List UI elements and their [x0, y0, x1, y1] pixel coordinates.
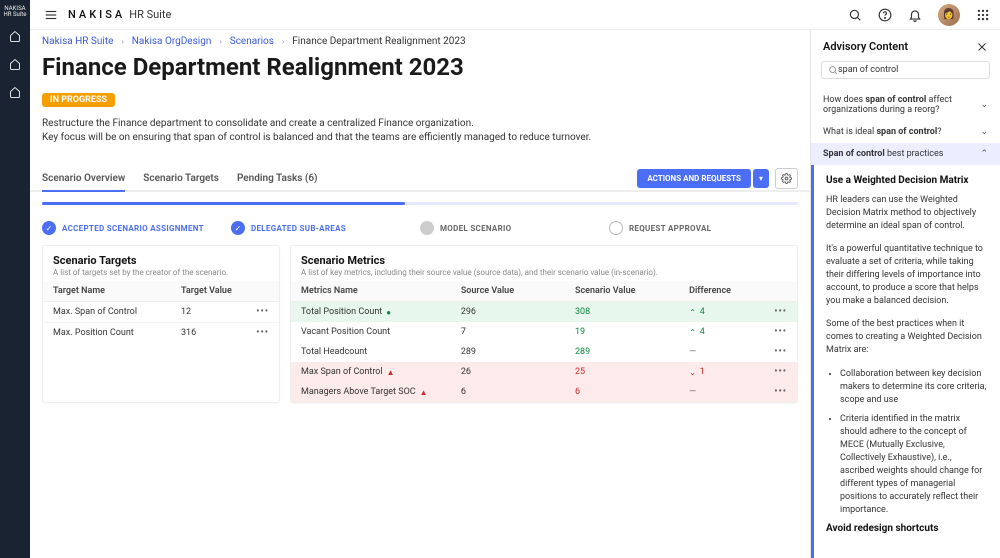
advisory-section-title: Use a Weighted Decision Matrix — [826, 175, 988, 186]
page-description: Restructure the Finance department to co… — [42, 117, 798, 145]
page-title: Finance Department Realignment 2023 — [42, 53, 798, 81]
advisory-bullet: Collaboration between key decision maker… — [840, 368, 988, 407]
step-1-label: ACCEPTED SCENARIO ASSIGNMENT — [62, 224, 204, 233]
chevron-down-icon: ⌄ — [980, 100, 988, 110]
scenario-targets-card: Scenario Targets A list of targets set b… — [42, 245, 280, 403]
indicator-warn-icon: ▲ — [387, 368, 395, 377]
metrics-title: Scenario Metrics — [301, 254, 787, 267]
step-3-label: MODEL SCENARIO — [440, 224, 511, 233]
advisory-panel: Advisory Content How does span of contro… — [810, 30, 1000, 558]
chevron-right-icon: › — [282, 37, 284, 46]
advisory-search[interactable] — [821, 61, 990, 79]
tab-targets[interactable]: Scenario Targets — [143, 167, 219, 192]
tab-pending[interactable]: Pending Tasks (6) — [237, 167, 318, 192]
metrics-row: Max Span of Control ▲2625⌄ 1••• — [291, 362, 797, 382]
diff-dash: — — [689, 387, 696, 397]
table-row: Max. Position Count 316 ••• — [43, 323, 279, 343]
step-2-label: DELEGATED SUB-AREAS — [251, 224, 346, 233]
settings-button[interactable] — [775, 168, 798, 189]
advisory-list: Collaboration between key decision maker… — [826, 368, 988, 518]
more-icon[interactable]: ••• — [769, 367, 787, 377]
rail-home-1-icon[interactable] — [9, 30, 21, 42]
breadcrumb: Nakisa HR Suite › Nakisa OrgDesign › Sce… — [30, 30, 810, 53]
metrics-row: Managers Above Target SOC ▲66—••• — [291, 382, 797, 402]
advisory-bullet: Criteria identified in the matrix should… — [840, 413, 988, 517]
step-pending-icon — [420, 221, 434, 235]
arrow-up-icon: ⌃ — [689, 308, 696, 317]
search-icon[interactable] — [848, 8, 862, 22]
advisory-active[interactable]: Span of control best practices ⌃ — [811, 143, 1000, 165]
brand-suffix: HR Suite — [129, 8, 171, 21]
rail-home-2-icon[interactable] — [9, 58, 21, 70]
search-icon — [828, 65, 838, 75]
chevron-right-icon: › — [121, 37, 123, 46]
rail-home-3-icon[interactable] — [9, 86, 21, 98]
targets-title: Scenario Targets — [53, 254, 269, 267]
metrics-row: Vacant Position Count 719⌃ 4••• — [291, 322, 797, 342]
advisory-search-input[interactable] — [838, 65, 983, 75]
actions-dropdown-button[interactable]: ▾ — [753, 169, 769, 188]
chevron-down-icon: ⌄ — [980, 127, 988, 137]
advisory-p1: HR leaders can use the Weighted Decision… — [826, 194, 988, 233]
crumb-current: Finance Department Realignment 2023 — [292, 36, 465, 47]
arrow-down-icon: ⌄ — [689, 368, 696, 377]
metrics-row: Total Headcount 289289—••• — [291, 342, 797, 362]
more-icon[interactable]: ••• — [769, 327, 787, 337]
crumb-1[interactable]: Nakisa OrgDesign — [132, 36, 212, 47]
left-rail: NAKISAHR Suite — [0, 0, 30, 558]
more-icon[interactable]: ••• — [251, 328, 269, 338]
step-4-label: REQUEST APPROVAL — [629, 224, 711, 233]
metrics-col-name: Metrics Name — [301, 286, 461, 296]
advisory-section2-title: Avoid redesign shortcuts — [826, 523, 988, 534]
advisory-p3: Some of the best practices when it comes… — [826, 318, 988, 357]
avatar[interactable]: 👩 — [938, 4, 960, 26]
targets-subtitle: A list of targets set by the creator of … — [53, 268, 269, 277]
arrow-up-icon: ⌃ — [689, 328, 696, 337]
indicator-up-icon: ● — [386, 308, 391, 317]
metrics-col-scenario: Scenario Value — [575, 286, 689, 296]
metrics-row: Total Position Count ●296308⌃ 4••• — [291, 302, 797, 322]
bell-icon[interactable] — [908, 8, 922, 22]
chevron-up-icon: ⌃ — [980, 149, 988, 159]
advisory-q2[interactable]: What is ideal span of control? ⌄ — [811, 121, 1000, 143]
menu-icon[interactable] — [40, 4, 62, 26]
progress-bar — [42, 202, 798, 205]
brand-name: NAKISA — [68, 8, 125, 21]
targets-col-name: Target Name — [53, 286, 181, 296]
crumb-0[interactable]: Nakisa HR Suite — [42, 36, 113, 47]
advisory-p2: It's a powerful quantitative technique t… — [826, 243, 988, 308]
more-icon[interactable]: ••• — [251, 307, 269, 317]
metrics-col-diff: Difference — [689, 286, 769, 296]
check-icon: ✓ — [231, 221, 245, 235]
scenario-metrics-card: Scenario Metrics A list of key metrics, … — [290, 245, 798, 403]
more-icon[interactable]: ••• — [769, 347, 787, 357]
tab-bar: Scenario Overview Scenario Targets Pendi… — [30, 167, 810, 192]
more-icon[interactable]: ••• — [769, 307, 787, 317]
crumb-2[interactable]: Scenarios — [230, 36, 274, 47]
top-bar: NAKISA HR Suite 👩 — [30, 0, 1000, 30]
indicator-warn-icon: ▲ — [420, 388, 428, 397]
step-empty-icon — [609, 221, 623, 235]
advisory-title: Advisory Content — [823, 40, 908, 53]
tab-overview[interactable]: Scenario Overview — [42, 167, 125, 192]
chevron-right-icon: › — [219, 37, 221, 46]
table-row: Max. Span of Control 12 ••• — [43, 302, 279, 323]
apps-grid-icon[interactable] — [976, 8, 990, 22]
actions-requests-button[interactable]: ACTIONS AND REQUESTS — [637, 169, 751, 188]
diff-dash: — — [689, 347, 696, 357]
help-icon[interactable] — [878, 8, 892, 22]
advisory-q1[interactable]: How does span of control affect organiza… — [811, 89, 1000, 121]
metrics-col-source: Source Value — [461, 286, 575, 296]
rail-logo: NAKISAHR Suite — [4, 2, 27, 22]
status-badge: IN PROGRESS — [42, 93, 115, 107]
check-icon: ✓ — [42, 221, 56, 235]
more-icon[interactable]: ••• — [769, 387, 787, 397]
targets-col-value: Target Value — [181, 286, 251, 296]
stepper: ✓ ACCEPTED SCENARIO ASSIGNMENT ✓ DELEGAT… — [30, 207, 810, 245]
metrics-subtitle: A list of key metrics, including their s… — [301, 268, 787, 277]
close-icon[interactable] — [976, 41, 988, 53]
